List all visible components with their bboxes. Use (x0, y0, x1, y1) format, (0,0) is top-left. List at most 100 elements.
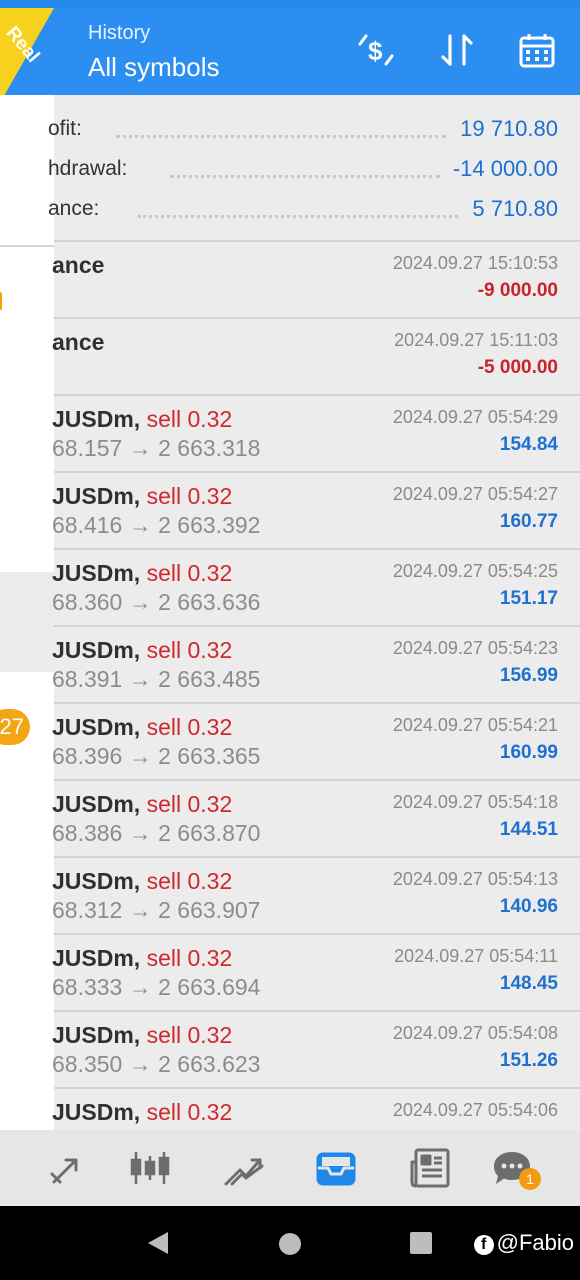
deal-symbol-line: JUSDm, sell 0.32 (52, 637, 232, 664)
news-icon[interactable] (408, 1146, 452, 1190)
deal-time: 2024.09.27 05:54:27 (392, 484, 558, 504)
history-row[interactable]: JUSDm, sell 0.32 68.396 → 2 663.365 2024… (52, 704, 580, 781)
recents-icon[interactable] (410, 1232, 432, 1259)
quotes-icon[interactable] (44, 1146, 88, 1190)
drawer-indicator (0, 292, 2, 310)
history-row[interactable]: JUSDm, sell 0.32 68.350 → 2 663.623 2024… (52, 1012, 580, 1089)
deal-time: 2024.09.27 05:54:13 (392, 869, 558, 889)
deal-side: sell 0.32 (146, 483, 233, 509)
deal-profit: 151.26 (499, 1050, 558, 1071)
deal-amount: -9 000.00 (477, 280, 558, 301)
deal-side: sell 0.32 (146, 714, 233, 740)
deal-symbol: JUSDm, (52, 714, 141, 740)
history-summary: ofit: 19 710.80 hdrawal: -14 000.00 ance… (48, 95, 580, 241)
deal-side: sell 0.32 (146, 1022, 233, 1048)
summary-value: -14 000.00 (452, 156, 558, 181)
deal-time: 2024.09.27 05:54:18 (392, 792, 558, 812)
sort-icon[interactable] (437, 30, 477, 70)
deal-symbol-line: JUSDm, sell 0.32 (52, 868, 232, 895)
app-header: History All symbols $ Real (0, 0, 580, 103)
deal-prices: 68.157 → 2 663.318 (52, 435, 261, 461)
deal-side: sell 0.32 (146, 1099, 233, 1125)
deal-symbol: JUSDm, (52, 945, 141, 971)
dot-leader (138, 215, 458, 220)
facebook-icon: f (473, 1235, 494, 1255)
deal-symbol: JUSDm, (52, 406, 141, 432)
deal-prices: 68.416 → 2 663.392 (52, 512, 261, 538)
deal-prices: 68.386 → 2 663.870 (52, 820, 261, 846)
deal-symbol: JUSDm, (52, 868, 141, 894)
deal-title: ance (52, 252, 105, 278)
deal-prices: 68.333 → 2 663.694 (52, 974, 261, 1000)
real-account-badge: Real (0, 8, 56, 108)
deal-time: 2024.09.27 15:11:03 (394, 330, 558, 350)
watermark-text: @Fabio (496, 1230, 574, 1255)
deal-symbol-line: JUSDm, sell 0.32 (52, 406, 232, 433)
side-drawer: 27 (0, 95, 54, 1205)
bottom-tab-bar: 1 (0, 1130, 580, 1206)
deal-symbol-line: JUSDm, sell 0.32 (52, 1099, 232, 1126)
history-row[interactable]: ance 2024.09.27 15:10:53 -9 000.00 (52, 242, 580, 319)
home-icon[interactable] (278, 1232, 302, 1261)
deal-symbol-line: JUSDm, sell 0.32 (52, 1022, 232, 1049)
drawer-selected-item[interactable] (0, 572, 54, 672)
summary-balance-row: ance: 5 710.80 (48, 189, 580, 229)
deal-side: sell 0.32 (146, 791, 233, 817)
deal-symbol: JUSDm, (52, 1099, 141, 1125)
deal-side: sell 0.32 (146, 637, 233, 663)
deal-profit: 148.45 (499, 973, 558, 994)
deal-symbol-line: JUSDm, sell 0.32 (52, 714, 232, 741)
history-row[interactable]: JUSDm, sell 0.32 68.333 → 2 663.694 2024… (52, 935, 580, 1012)
deal-profit: 151.17 (499, 588, 558, 609)
chart-icon[interactable] (128, 1146, 172, 1190)
symbol-filter-title[interactable]: All symbols (88, 52, 219, 83)
summary-value: 19 710.80 (460, 116, 558, 141)
deal-time: 2024.09.27 05:54:23 (392, 638, 558, 658)
summary-label: ance: (48, 197, 100, 220)
history-icon[interactable] (314, 1146, 358, 1190)
history-row[interactable]: JUSDm, sell 0.32 68.312 → 2 663.907 2024… (52, 858, 580, 935)
deal-profit: 156.99 (499, 665, 558, 686)
deal-time: 2024.09.27 05:54:21 (392, 715, 558, 735)
deal-symbol: JUSDm, (52, 791, 141, 817)
currency-exchange-icon[interactable]: $ (356, 30, 396, 70)
deal-time: 2024.09.27 05:54:25 (392, 561, 558, 581)
summary-withdrawal-row: hdrawal: -14 000.00 (48, 149, 580, 189)
deal-symbol-line: JUSDm, sell 0.32 (52, 791, 232, 818)
deal-profit: 160.77 (499, 511, 558, 532)
calendar-icon[interactable] (517, 30, 557, 70)
deal-title: ance (52, 329, 105, 355)
summary-label: hdrawal: (48, 157, 128, 180)
deal-symbol: JUSDm, (52, 483, 141, 509)
deal-side: sell 0.32 (146, 945, 233, 971)
back-icon[interactable] (146, 1230, 170, 1261)
deal-time: 2024.09.27 05:54:08 (392, 1023, 558, 1043)
deal-symbol: JUSDm, (52, 637, 141, 663)
deal-profit: 144.51 (499, 819, 558, 840)
deal-prices: 68.312 → 2 663.907 (52, 897, 261, 923)
history-row[interactable]: ance 2024.09.27 15:11:03 -5 000.00 (52, 319, 580, 396)
history-row[interactable]: JUSDm, sell 0.32 68.157 → 2 663.318 2024… (52, 396, 580, 473)
history-row[interactable]: JUSDm, sell 0.32 68.391 → 2 663.485 2024… (52, 627, 580, 704)
history-row[interactable]: JUSDm, sell 0.32 68.416 → 2 663.392 2024… (52, 473, 580, 550)
deal-symbol-line: JUSDm, sell 0.32 (52, 483, 232, 510)
deal-prices: 68.350 → 2 663.623 (52, 1051, 261, 1077)
header-subtitle: History (88, 22, 151, 44)
trade-icon[interactable] (222, 1146, 266, 1190)
chat-unread-badge: 1 (519, 1168, 541, 1190)
deal-time: 2024.09.27 05:54:29 (392, 407, 558, 427)
history-row[interactable]: JUSDm, sell 0.32 68.386 → 2 663.870 2024… (52, 781, 580, 858)
mt5-history-screen: History All symbols $ Real 27 ofit: 19 7… (0, 0, 580, 1280)
deal-prices: 68.360 → 2 663.636 (52, 589, 261, 615)
drawer-divider (0, 245, 54, 247)
summary-profit-row: ofit: 19 710.80 (48, 109, 580, 149)
history-row[interactable]: JUSDm, sell 0.32 68.360 → 2 663.636 2024… (52, 550, 580, 627)
deal-profit: 160.99 (499, 742, 558, 763)
dot-leader (116, 135, 446, 140)
deal-time: 2024.09.27 15:10:53 (392, 253, 558, 273)
deal-side: sell 0.32 (146, 406, 233, 432)
watermark: f @Fabio (473, 1230, 574, 1256)
android-nav-bar: f @Fabio (0, 1206, 580, 1280)
summary-value: 5 710.80 (472, 196, 558, 221)
status-bar (0, 0, 580, 8)
